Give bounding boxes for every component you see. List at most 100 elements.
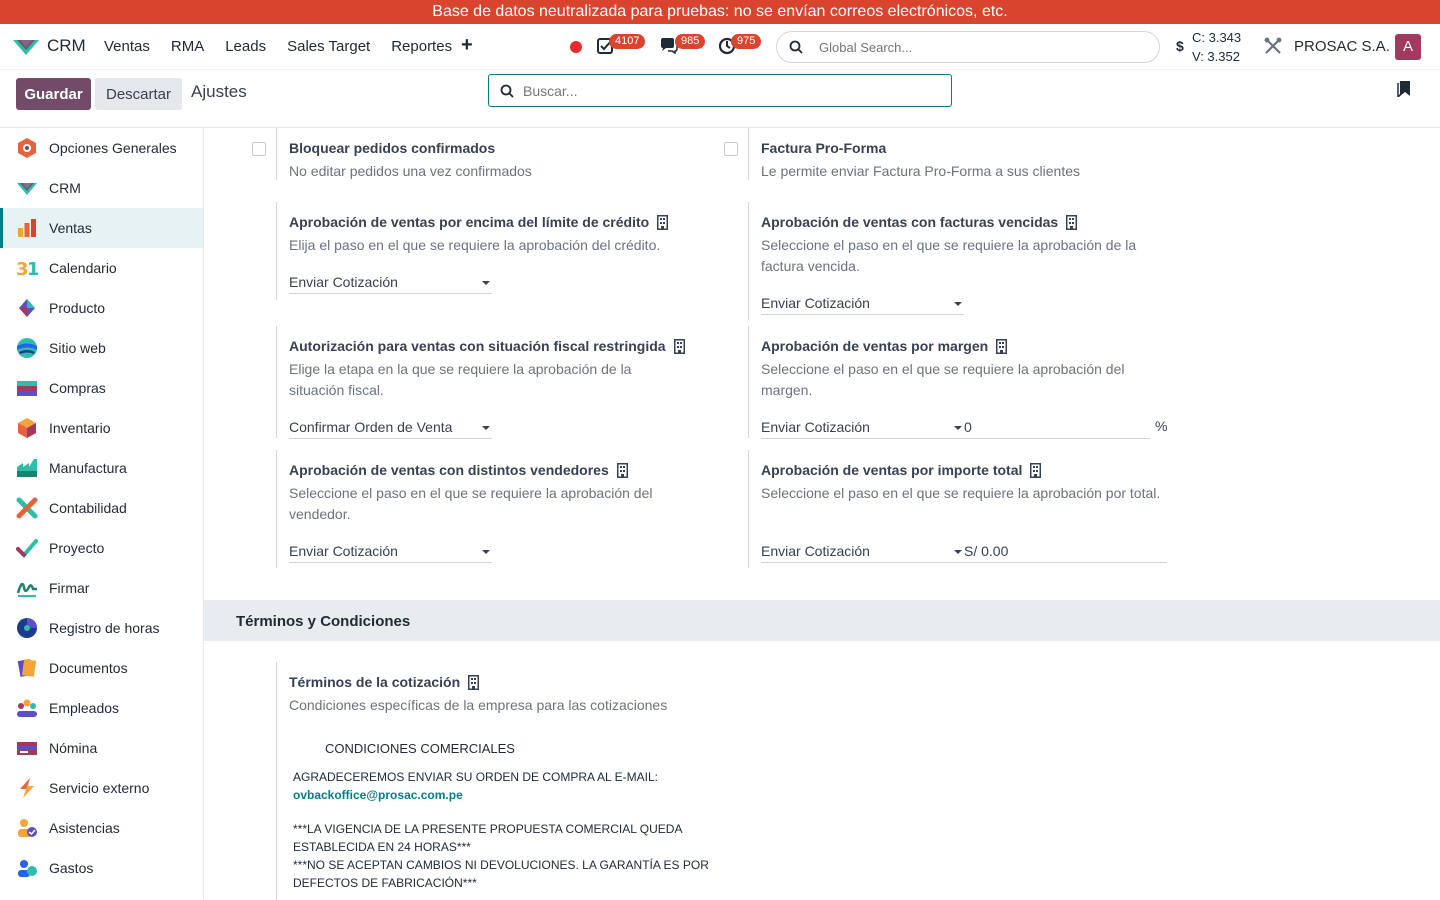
sidebar-item-inventario[interactable]: Inventario [0,408,203,448]
margin-select[interactable]: Enviar Cotización [761,419,964,439]
sidebar-item-label: Compras [49,380,106,396]
setting-title: Bloquear pedidos confirmados [289,140,496,156]
chevron-down-icon [482,281,490,285]
proforma-checkbox[interactable] [724,142,738,156]
settings-search-input[interactable] [523,82,923,99]
crm-logo-icon[interactable] [12,37,40,57]
setting-divider [748,450,749,568]
sidebar-item-calendario[interactable]: 31 Calendario [0,248,203,288]
accounting-app-icon [16,497,38,519]
website-app-icon [17,338,37,358]
sidebar-item-firmar[interactable]: Firmar [0,568,203,608]
add-icon[interactable]: + [461,34,473,57]
setting-title: Términos de la cotización [289,674,461,690]
settings-search-box [488,74,952,107]
setting-proforma: Factura Pro-Forma Le permite enviar Fact… [748,128,1178,180]
menu-rma[interactable]: RMA [171,38,204,55]
setting-total: Aprobación de ventas por importe total S… [748,450,1178,568]
setting-description: Seleccione el paso en el que se requiere… [761,485,1161,501]
setting-fiscal: Autorización para ventas con situación f… [276,326,706,439]
timer-badge: 975 [731,34,762,49]
select-value: Enviar Cotización [761,295,870,311]
sidebar-item-proyecto[interactable]: Proyecto [0,528,203,568]
setting-title-row: Aprobación de ventas por margen [761,338,1008,354]
sidebar-item-label: Sitio web [49,340,106,356]
search-icon [789,40,803,54]
setting-title: Aprobación de ventas por margen [761,338,989,354]
sidebar-item-ventas[interactable]: Ventas [0,208,203,248]
menu-ventas[interactable]: Ventas [104,38,150,55]
company-setting-icon [1030,462,1042,478]
margin-amount-input[interactable]: 0 [964,419,1150,439]
setting-title-row: Aprobación de ventas con facturas vencid… [761,214,1078,230]
sidebar-item-label: Manufactura [49,460,127,476]
salesperson-select[interactable]: Enviar Cotización [289,543,492,563]
sidebar-item-label: Gastos [49,860,94,876]
sidebar-item-registro-de-horas[interactable]: Registro de horas [0,608,203,648]
total-select[interactable]: Enviar Cotización [761,543,964,563]
company-switcher[interactable]: PROSAC S.A. [1294,38,1390,55]
company-setting-icon [468,674,480,690]
sidebar-item-crm[interactable]: CRM [0,168,203,208]
sidebar-item-opciones-generales[interactable]: Opciones Generales [0,128,203,168]
menu-leads[interactable]: Leads [225,38,266,55]
global-search-input[interactable] [819,39,1119,55]
sidebar-item-servicio-externo[interactable]: Servicio externo [0,768,203,808]
sidebar-item-nomina[interactable]: Nómina [0,728,203,768]
margin-unit: % [1155,418,1168,434]
main-menu: Ventas RMA Leads Sales Target Reportes [104,38,452,55]
sidebar-item-label: Inventario [49,420,111,436]
overdue-select[interactable]: Enviar Cotización [761,295,964,315]
user-avatar[interactable]: A [1395,34,1421,60]
sidebar-item-label: Contabilidad [49,500,127,516]
sidebar-item-empleados[interactable]: Empleados [0,688,203,728]
sidebar-item-compras[interactable]: Compras [0,368,203,408]
setting-divider [276,326,277,438]
terms-section-header: Términos y Condiciones [204,600,1440,641]
sidebar-item-producto[interactable]: Producto [0,288,203,328]
menu-sales-target[interactable]: Sales Target [287,38,370,55]
employees-app-icon [17,699,37,717]
app-name[interactable]: CRM [47,36,86,56]
control-panel: Guardar Descartar Ajustes [0,70,1440,128]
fiscal-select[interactable]: Confirmar Orden de Venta [289,419,492,439]
company-setting-icon [996,338,1008,354]
select-value: Enviar Cotización [289,274,398,290]
bookmark-icon[interactable] [1397,80,1411,97]
terms-paragraph: ***LA VIGENCIA DE LA PRESENTE PROPUESTA … [293,820,723,892]
exchange-rates[interactable]: C: 3.343 V: 3.352 [1192,28,1241,66]
sidebar-item-asistencias[interactable]: Asistencias [0,808,203,848]
sidebar-item-label: Proyecto [49,540,105,556]
lock-orders-checkbox[interactable] [252,142,266,156]
sidebar-item-contabilidad[interactable]: Contabilidad [0,488,203,528]
sidebar-item-gastos[interactable]: Gastos [0,848,203,888]
setting-title: Aprobación de ventas por encima del lími… [289,214,650,230]
chevron-down-icon [954,426,962,430]
project-app-icon [16,539,38,558]
inventory-app-icon [18,418,36,438]
crm-app-icon [17,183,37,195]
chevron-down-icon [482,550,490,554]
terms-email-link[interactable]: ovbackoffice@prosac.com.pe [293,786,463,804]
credit-limit-select[interactable]: Enviar Cotización [289,274,492,294]
settings-sidebar: Opciones Generales CRM Ventas 31 Calenda… [0,128,204,900]
save-button[interactable]: Guardar [16,78,91,110]
page-title: Ajustes [191,82,247,101]
menu-reportes[interactable]: Reportes [391,38,452,55]
discard-button[interactable]: Descartar [95,78,182,110]
rate-sell: V: 3.352 [1192,49,1240,64]
sidebar-item-manufactura[interactable]: Manufactura [0,448,203,488]
record-indicator-icon[interactable] [570,41,582,53]
total-amount-input[interactable]: S/ 0.00 [964,543,1167,563]
setting-title-row: Aprobación de ventas por encima del lími… [289,214,669,230]
sidebar-item-sitio-web[interactable]: Sitio web [0,328,203,368]
chevron-down-icon [954,550,962,554]
setting-overdue: Aprobación de ventas con facturas vencid… [748,202,1178,320]
sidebar-item-documentos[interactable]: Documentos [0,648,203,688]
payroll-app-icon [17,742,37,755]
debug-tools-icon[interactable] [1263,36,1283,56]
terms-line: AGRADECEREMOS ENVIAR SU ORDEN DE COMPRA … [293,770,658,784]
setting-divider [276,128,277,180]
setting-description: Elige la etapa en la que se requiere la … [289,361,632,398]
expenses-app-icon [18,860,37,877]
